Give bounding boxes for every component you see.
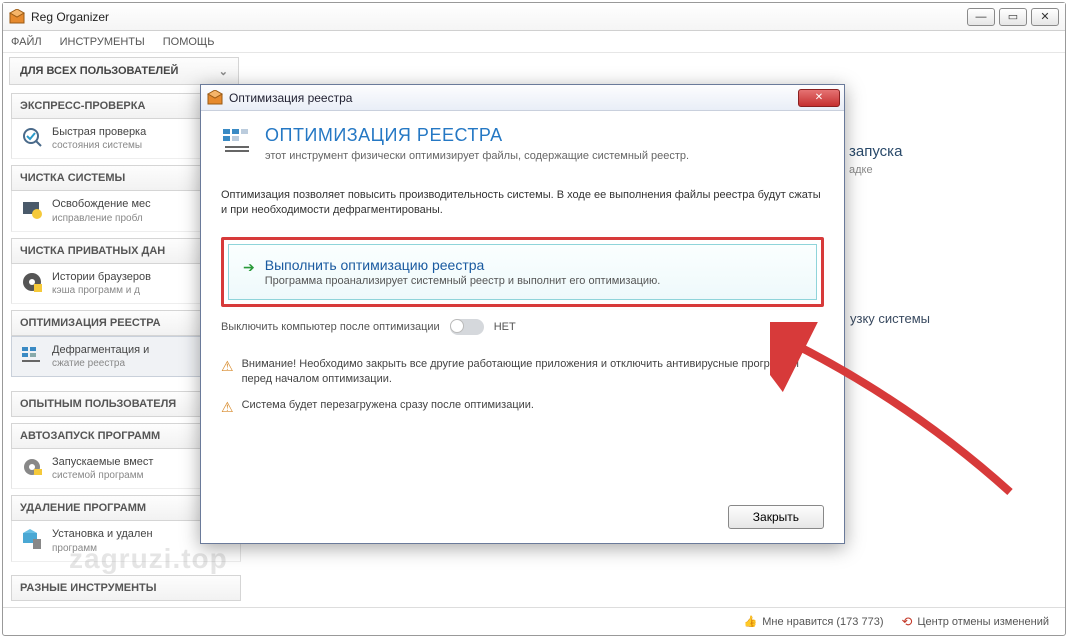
menu-help[interactable]: ПОМОЩЬ bbox=[163, 36, 215, 48]
status-bar: 👍 Мне нравится (173 773) ⟲ Центр отмены … bbox=[3, 607, 1065, 635]
arrow-right-icon: ➔ bbox=[243, 259, 255, 276]
toggle-label: Выключить компьютер после оптимизации bbox=[221, 321, 440, 333]
dialog-close-btn[interactable]: Закрыть bbox=[728, 505, 824, 529]
main-titlebar: Reg Organizer — ▭ ✕ bbox=[3, 3, 1065, 31]
close-button[interactable]: ✕ bbox=[1031, 8, 1059, 26]
gear-icon bbox=[20, 455, 44, 479]
dialog-title: Оптимизация реестра bbox=[229, 91, 798, 105]
warning-close-apps: ⚠ Внимание! Необходимо закрыть все други… bbox=[221, 357, 824, 388]
dialog-body: ОПТИМИЗАЦИЯ РЕЕСТРА этот инструмент физи… bbox=[201, 111, 844, 543]
action-subtitle: Программа проанализирует системный реест… bbox=[265, 275, 661, 287]
disc-icon bbox=[20, 270, 44, 294]
dialog-titlebar[interactable]: Оптимизация реестра ✕ bbox=[201, 85, 844, 111]
broom-icon bbox=[20, 197, 44, 221]
menu-file[interactable]: ФАЙЛ bbox=[11, 36, 42, 48]
app-icon bbox=[9, 9, 25, 25]
warning-icon: ⚠ bbox=[221, 357, 234, 388]
dialog-header: ОПТИМИЗАЦИЯ РЕЕСТРА этот инструмент физи… bbox=[221, 125, 824, 162]
optimize-dialog: Оптимизация реестра ✕ ОПТИМИЗАЦИЯ РЕЕСТР… bbox=[200, 84, 845, 544]
section-all-users[interactable]: ДЛЯ ВСЕХ ПОЛЬЗОВАТЕЛЕЙ ⌄ bbox=[9, 57, 239, 85]
background-text-2: узку системы bbox=[850, 311, 930, 326]
action-highlight-box: ➔ Выполнить оптимизацию реестра Программ… bbox=[221, 237, 824, 307]
action-title: Выполнить оптимизацию реестра bbox=[265, 257, 661, 273]
menu-bar: ФАЙЛ ИНСТРУМЕНТЫ ПОМОЩЬ bbox=[3, 31, 1065, 53]
like-button[interactable]: 👍 Мне нравится (173 773) bbox=[744, 615, 884, 628]
dialog-description: Оптимизация позволяет повысить производи… bbox=[221, 188, 824, 219]
minimize-button[interactable]: — bbox=[967, 8, 995, 26]
shutdown-toggle[interactable] bbox=[450, 319, 484, 335]
dialog-icon bbox=[207, 90, 223, 106]
watermark: zagruzi.top bbox=[69, 543, 228, 575]
window-controls: — ▭ ✕ bbox=[967, 8, 1059, 26]
shutdown-toggle-row: Выключить компьютер после оптимизации НЕ… bbox=[221, 319, 824, 335]
warning-icon: ⚠ bbox=[221, 398, 234, 418]
box-trash-icon bbox=[20, 527, 44, 551]
section-label: ДЛЯ ВСЕХ ПОЛЬЗОВАТЕЛЕЙ bbox=[20, 65, 178, 77]
undo-center[interactable]: ⟲ Центр отмены изменений bbox=[901, 614, 1049, 630]
background-text: запуска адке bbox=[849, 143, 902, 176]
defrag-icon bbox=[20, 343, 44, 367]
dialog-close-button[interactable]: ✕ bbox=[798, 89, 840, 107]
dialog-head-title: ОПТИМИЗАЦИЯ РЕЕСТРА bbox=[265, 125, 689, 146]
defrag-large-icon bbox=[221, 125, 253, 157]
dialog-head-subtitle: этот инструмент физически оптимизирует ф… bbox=[265, 150, 689, 162]
maximize-button[interactable]: ▭ bbox=[999, 8, 1027, 26]
toggle-state: НЕТ bbox=[494, 321, 516, 333]
warning-reboot: ⚠ Система будет перезагружена сразу посл… bbox=[221, 398, 824, 418]
chevron-down-icon: ⌄ bbox=[219, 65, 228, 78]
menu-tools[interactable]: ИНСТРУМЕНТЫ bbox=[60, 36, 145, 48]
run-optimization-button[interactable]: ➔ Выполнить оптимизацию реестра Программ… bbox=[228, 244, 817, 300]
app-title: Reg Organizer bbox=[31, 10, 967, 24]
check-icon bbox=[20, 125, 44, 149]
thumbs-up-icon: 👍 bbox=[744, 615, 758, 628]
undo-icon: ⟲ bbox=[901, 614, 912, 630]
